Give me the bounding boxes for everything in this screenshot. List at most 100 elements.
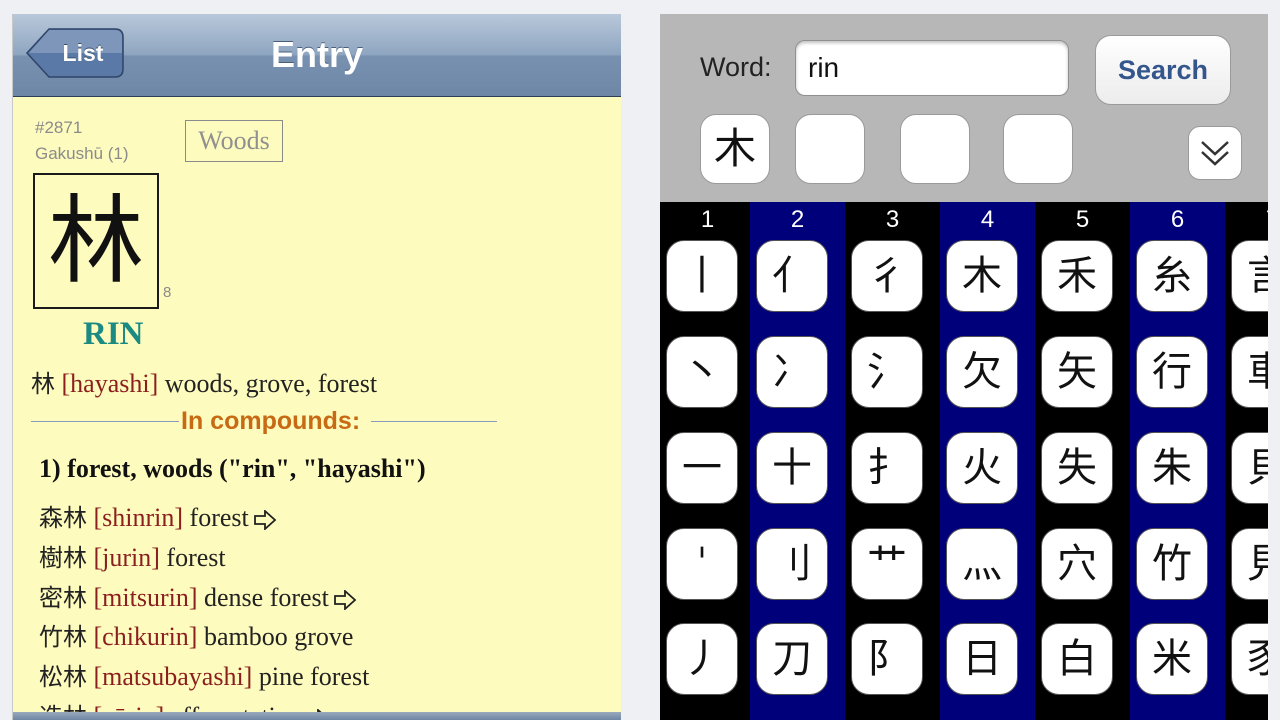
radical-column: 7 言車貝見豕 xyxy=(1225,202,1268,720)
word-input[interactable] xyxy=(795,40,1069,96)
radical-key[interactable]: 一 xyxy=(666,432,738,504)
stroke-count-header: 2 xyxy=(790,206,805,233)
radical-key[interactable]: 豕 xyxy=(1231,623,1268,695)
kanji-grade: Gakushū (1) xyxy=(35,144,129,163)
radical-column: 5 禾矢失穴白 xyxy=(1035,202,1130,720)
meaning-tag: Woods xyxy=(185,120,283,162)
compound-row: 樹林 [jurin] forest xyxy=(39,538,226,573)
radical-slot[interactable] xyxy=(1003,114,1073,184)
stroke-count-header: 7 xyxy=(1225,206,1268,234)
compound-reading: [matsubayashi] xyxy=(87,662,253,691)
kanji-display: 林 xyxy=(33,173,159,309)
radical-key[interactable]: 禾 xyxy=(1041,240,1113,312)
radical-key[interactable]: 貝 xyxy=(1231,432,1268,504)
radical-key[interactable]: 矢 xyxy=(1041,336,1113,408)
divider-line xyxy=(31,421,181,422)
radical-key[interactable]: 丶 xyxy=(666,336,738,408)
radical-key[interactable]: 木 xyxy=(946,240,1018,312)
radical-key[interactable]: 阝 xyxy=(851,623,923,695)
radical-key[interactable]: 火 xyxy=(946,432,1018,504)
radical-key[interactable]: 見 xyxy=(1231,528,1268,600)
radical-key[interactable]: 失 xyxy=(1041,432,1113,504)
radical-key[interactable]: 糸 xyxy=(1136,240,1208,312)
compound-row[interactable]: 森林 [shinrin] forest xyxy=(39,498,277,533)
compound-reading: [chikurin] xyxy=(87,622,198,651)
radical-key[interactable]: 艹 xyxy=(851,528,923,600)
compound-word: 松林 xyxy=(39,663,87,691)
radical-key[interactable]: 亻 xyxy=(756,240,828,312)
radical-key[interactable]: 欠 xyxy=(946,336,1018,408)
search-area: Word: Search 木 xyxy=(660,14,1268,202)
compound-gloss: pine forest xyxy=(252,662,370,691)
radical-key[interactable]: 穴 xyxy=(1041,528,1113,600)
definition-kanji: 林 xyxy=(31,370,55,398)
radical-key[interactable]: 丨 xyxy=(666,240,738,312)
stroke-count: 8 xyxy=(163,284,172,301)
divider-line xyxy=(371,421,497,422)
compound-word: 密林 xyxy=(39,584,87,612)
radical-column: 3 彳氵扌艹阝 xyxy=(845,202,940,720)
radical-key[interactable]: 朱 xyxy=(1136,432,1208,504)
radical-key[interactable]: 言 xyxy=(1231,240,1268,312)
radical-key[interactable]: 灬 xyxy=(946,528,1018,600)
arrow-right-icon[interactable] xyxy=(253,510,277,531)
radical-key[interactable]: ˈ xyxy=(666,528,738,600)
stroke-count-header: 5 xyxy=(1075,206,1090,233)
radical-key[interactable]: 十 xyxy=(756,432,828,504)
compounds-divider: In compounds: xyxy=(31,406,497,436)
compound-row[interactable]: 密林 [mitsurin] dense forest xyxy=(39,578,357,613)
expand-button[interactable] xyxy=(1188,126,1242,180)
radical-key[interactable]: 刀 xyxy=(756,623,828,695)
radical-key[interactable]: 刂 xyxy=(756,528,828,600)
compound-word: 森林 xyxy=(39,504,87,532)
onyomi-reading: RIN xyxy=(83,316,144,352)
radical-column: 2 亻冫十刂刀 xyxy=(750,202,845,720)
definition-gloss: woods, grove, forest xyxy=(164,369,378,398)
stroke-count-header: 4 xyxy=(980,206,995,233)
stroke-count-header: 3 xyxy=(885,206,900,233)
radical-key[interactable]: 氵 xyxy=(851,336,923,408)
compound-reading: [jurin] xyxy=(87,543,160,572)
radical-key[interactable]: 丿 xyxy=(666,623,738,695)
compound-reading: [shinrin] xyxy=(87,503,184,532)
search-button[interactable]: Search xyxy=(1095,35,1231,105)
compound-gloss: forest xyxy=(159,543,226,572)
radical-slot[interactable]: 木 xyxy=(700,114,770,184)
radical-key[interactable]: 彳 xyxy=(851,240,923,312)
stroke-count-header: 6 xyxy=(1170,206,1185,233)
stroke-count-header: 1 xyxy=(700,206,715,233)
page-title: Entry xyxy=(270,34,364,75)
compound-gloss: dense forest xyxy=(197,583,329,612)
compound-row: 松林 [matsubayashi] pine forest xyxy=(39,657,369,692)
radical-column: 6 糸行朱竹米 xyxy=(1130,202,1225,720)
radical-column: 1 丨丶一ˈ丿 xyxy=(660,202,755,720)
sense-heading: 1) forest, woods ("rin", "hayashi") xyxy=(39,454,426,483)
radical-key[interactable]: 行 xyxy=(1136,336,1208,408)
back-button[interactable]: List xyxy=(25,27,125,79)
navigation-bar: List Entry xyxy=(13,14,621,97)
radical-grid: 1 丨丶一ˈ丿 2 亻冫十刂刀 3 彳氵扌艹阝 4 木欠火灬日 5 禾矢失穴白 6 糸行朱竹米 7 言車貝… xyxy=(660,202,1268,720)
compound-word: 樹林 xyxy=(39,544,87,572)
double-chevron-down-icon xyxy=(1201,141,1229,166)
radical-key[interactable]: 車 xyxy=(1231,336,1268,408)
radical-column: 4 木欠火灬日 xyxy=(940,202,1035,720)
kanji-number: #2871 xyxy=(35,118,83,137)
arrow-right-icon[interactable] xyxy=(333,590,357,611)
radical-key[interactable]: 竹 xyxy=(1136,528,1208,600)
compound-gloss: forest xyxy=(183,503,249,532)
compound-gloss: bamboo grove xyxy=(197,622,354,651)
radical-key[interactable]: 白 xyxy=(1041,623,1113,695)
word-label: Word: xyxy=(700,52,772,82)
bottom-toolbar xyxy=(13,712,621,720)
compound-reading: [mitsurin] xyxy=(87,583,198,612)
radical-slot[interactable] xyxy=(795,114,865,184)
radical-slot[interactable] xyxy=(900,114,970,184)
entry-panel: List Entry #2871 Gakushū (1) Woods 林 8 R… xyxy=(12,14,621,720)
main-definition: 林 [hayashi] woods, grove, forest xyxy=(31,364,377,399)
radical-key[interactable]: 米 xyxy=(1136,623,1208,695)
radical-key[interactable]: 冫 xyxy=(756,336,828,408)
compound-word: 竹林 xyxy=(39,623,87,651)
back-button-label: List xyxy=(62,40,104,66)
radical-key[interactable]: 日 xyxy=(946,623,1018,695)
radical-key[interactable]: 扌 xyxy=(851,432,923,504)
